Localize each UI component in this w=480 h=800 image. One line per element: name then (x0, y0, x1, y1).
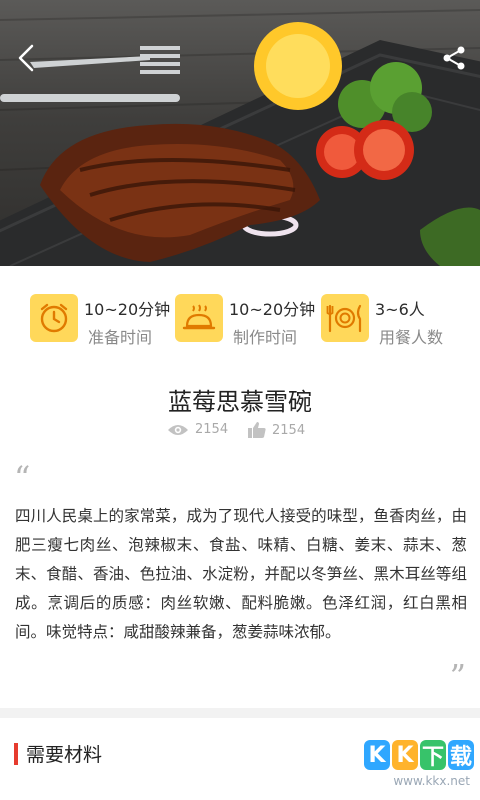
share-icon (443, 46, 465, 70)
plate-utensils-icon (321, 294, 369, 342)
hero-image (0, 0, 480, 266)
likes-count: 2154 (272, 422, 306, 438)
alarm-clock-icon (30, 294, 78, 342)
section-divider (0, 708, 480, 718)
chevron-left-icon (18, 44, 34, 72)
servings-label: 用餐人数 (379, 328, 444, 347)
prep-time-label: 准备时间 (88, 328, 153, 347)
materials-section-header: 需要材料 (14, 740, 102, 767)
thumbs-up-icon (248, 422, 266, 438)
cook-time-info: 10~20分钟 制作时间 (175, 294, 325, 348)
watermark-letter: K (364, 740, 390, 770)
views-stat: 2154 (167, 422, 228, 437)
views-count: 2154 (195, 422, 229, 437)
section-accent-bar (14, 742, 18, 765)
watermark-url: www.kkx.net (393, 774, 470, 788)
cook-time-label: 制作时间 (233, 328, 298, 347)
watermark-letter: 下 (420, 740, 446, 770)
materials-section-title: 需要材料 (26, 744, 103, 766)
open-quote-icon: “ (14, 459, 31, 497)
watermark-letter: 载 (448, 740, 474, 770)
watermark-letter: K (392, 740, 418, 770)
cooking-pot-icon (175, 294, 223, 342)
steak-illustration (0, 9, 480, 266)
cook-time-value: 10~20分钟 (229, 300, 316, 319)
servings-info: 3~6人 用餐人数 (321, 294, 471, 348)
close-quote-icon: ” (449, 657, 466, 695)
servings-value: 3~6人 (375, 300, 425, 319)
site-watermark: K K 下 载 www.kkx.net (354, 740, 474, 794)
watermark-logo: K K 下 载 (364, 740, 474, 770)
prep-time-value: 10~20分钟 (84, 300, 171, 319)
recipe-stats: 2154 2154 (0, 422, 480, 444)
recipe-title: 蓝莓思慕雪碗 (168, 388, 312, 416)
recipe-info-row: 10~20分钟 准备时间 10~20分钟 制作时间 3~6人 用餐人数 (0, 266, 480, 362)
recipe-description: 四川人民桌上的家常菜，成为了现代人接受的味型，鱼香肉丝，由肥三瘦七肉丝、泡辣椒末… (15, 507, 467, 641)
share-button[interactable] (434, 36, 474, 80)
back-button[interactable] (6, 36, 46, 80)
eye-icon (168, 424, 188, 435)
likes-stat[interactable]: 2154 (248, 422, 305, 438)
prep-time-info: 10~20分钟 准备时间 (30, 294, 180, 348)
